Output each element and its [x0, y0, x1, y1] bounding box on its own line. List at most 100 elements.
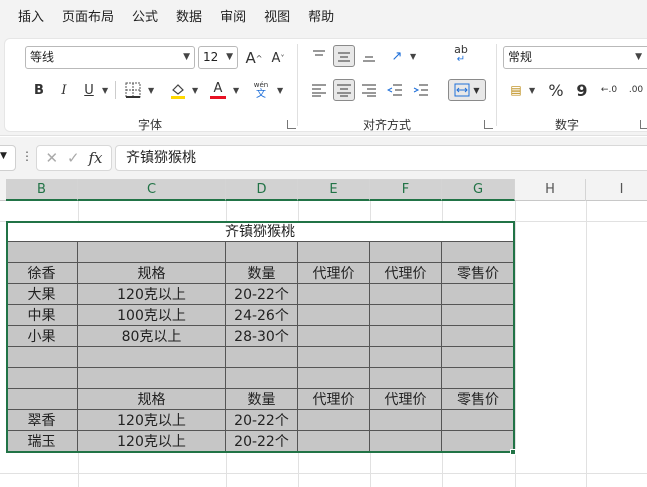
empty-row-cell[interactable] [298, 242, 370, 263]
table-row-cell[interactable]: 20-22个 [226, 284, 298, 305]
font-dialog-launcher-icon[interactable] [287, 120, 296, 129]
accounting-format-button[interactable]: ▤ [505, 79, 527, 101]
align-middle-button[interactable] [333, 45, 355, 67]
orientation-dropdown-icon[interactable]: ▼ [410, 52, 416, 61]
table-row-cell[interactable] [370, 326, 442, 347]
cancel-icon[interactable]: ✕ [45, 149, 58, 167]
insert-function-icon[interactable]: fx [89, 149, 103, 167]
empty-row-cell[interactable] [6, 368, 78, 389]
empty-row-cell[interactable] [442, 242, 515, 263]
header-row-cell[interactable]: 规格 [78, 389, 226, 410]
column-header-H[interactable]: H [515, 179, 586, 201]
column-header-F[interactable]: F [370, 179, 442, 201]
empty-row-cell[interactable] [78, 347, 226, 368]
phonetic-button[interactable]: wén 文 [250, 79, 272, 101]
table-row-cell[interactable]: 小果 [6, 326, 78, 347]
table-row-cell[interactable]: 大果 [6, 284, 78, 305]
empty-row-cell[interactable] [442, 368, 515, 389]
tab-page-layout[interactable]: 页面布局 [54, 0, 122, 36]
tab-insert[interactable]: 插入 [10, 0, 52, 36]
table-row-cell[interactable] [298, 284, 370, 305]
more-options-icon[interactable]: ⋮ [21, 149, 33, 163]
table-row-cell[interactable]: 24-26个 [226, 305, 298, 326]
table-row-cell[interactable]: 20-22个 [226, 431, 298, 452]
table-row-cell[interactable]: 翠香 [6, 410, 78, 431]
number-dialog-launcher-icon[interactable] [640, 120, 647, 129]
header-row-cell[interactable]: 代理价 [370, 263, 442, 284]
number-format-select[interactable]: 常规 ▼ [503, 46, 647, 69]
alignment-dialog-launcher-icon[interactable] [484, 120, 493, 129]
empty-row-cell[interactable] [226, 347, 298, 368]
wrap-text-button[interactable]: ab ↵ [450, 44, 472, 66]
header-row-cell[interactable]: 代理价 [298, 263, 370, 284]
italic-button[interactable]: I [53, 79, 75, 101]
table-row-cell[interactable]: 瑞玉 [6, 431, 78, 452]
empty-row-cell[interactable] [298, 347, 370, 368]
percent-button[interactable]: % [545, 79, 567, 101]
header-row-cell[interactable]: 数量 [226, 263, 298, 284]
tab-help[interactable]: 帮助 [300, 0, 342, 36]
comma-style-button[interactable]: 9 [571, 79, 593, 101]
table-title-cell[interactable]: 齐镇猕猴桃 [6, 221, 515, 242]
formula-input[interactable]: 齐镇猕猴桃 [115, 145, 647, 171]
table-row-cell[interactable] [298, 431, 370, 452]
underline-button[interactable]: U [78, 79, 100, 101]
cell-grid[interactable]: 齐镇猕猴桃 徐香 规格 数量 代理价 代理价 零售价 大果 120克以上 20-22个 中果 100… [0, 201, 647, 487]
table-row-cell[interactable] [370, 284, 442, 305]
column-header-C[interactable]: C [78, 179, 226, 201]
orientation-button[interactable]: ↗ [386, 45, 408, 67]
tab-view[interactable]: 视图 [256, 0, 298, 36]
empty-row-cell[interactable] [6, 347, 78, 368]
empty-row-cell[interactable] [370, 347, 442, 368]
column-header-B[interactable]: B [6, 179, 78, 201]
shrink-font-button[interactable]: A ˅ [267, 47, 289, 69]
empty-row-cell[interactable] [6, 242, 78, 263]
bold-button[interactable]: B [28, 79, 50, 101]
header-row-cell[interactable]: 数量 [226, 389, 298, 410]
column-header-G[interactable]: G [442, 179, 515, 201]
table-row-cell[interactable] [370, 410, 442, 431]
tab-review[interactable]: 审阅 [212, 0, 254, 36]
header-row-cell[interactable] [6, 389, 78, 410]
header-row-cell[interactable]: 零售价 [442, 263, 515, 284]
table-row-cell[interactable] [442, 284, 515, 305]
empty-row-cell[interactable] [370, 242, 442, 263]
table-row-cell[interactable]: 20-22个 [226, 410, 298, 431]
font-size-select[interactable]: 12 ▼ [198, 46, 238, 69]
header-row-cell[interactable]: 徐香 [6, 263, 78, 284]
empty-row-cell[interactable] [298, 368, 370, 389]
tab-data[interactable]: 数据 [168, 0, 210, 36]
empty-row-cell[interactable] [442, 347, 515, 368]
table-row-cell[interactable]: 120克以上 [78, 410, 226, 431]
table-row-cell[interactable] [370, 431, 442, 452]
header-row-cell[interactable]: 规格 [78, 263, 226, 284]
fill-color-dropdown-icon[interactable]: ▼ [192, 86, 198, 95]
empty-row-cell[interactable] [78, 242, 226, 263]
table-row-cell[interactable]: 80克以上 [78, 326, 226, 347]
align-right-button[interactable] [358, 79, 380, 101]
header-row-cell[interactable]: 代理价 [370, 389, 442, 410]
align-center-button[interactable] [333, 79, 355, 101]
table-row-cell[interactable] [298, 410, 370, 431]
decrease-indent-button[interactable] [384, 79, 406, 101]
table-row-cell[interactable] [298, 326, 370, 347]
accounting-dropdown-icon[interactable]: ▼ [529, 86, 535, 95]
tab-formulas[interactable]: 公式 [124, 0, 166, 36]
borders-dropdown-icon[interactable]: ▼ [148, 86, 154, 95]
grow-font-button[interactable]: A ^ [243, 47, 265, 69]
table-row-cell[interactable]: 120克以上 [78, 284, 226, 305]
column-header-E[interactable]: E [298, 179, 370, 201]
empty-row-cell[interactable] [370, 368, 442, 389]
increase-decimal-button[interactable]: ←.0 [598, 79, 620, 101]
table-row-cell[interactable] [298, 305, 370, 326]
table-row-cell[interactable]: 28-30个 [226, 326, 298, 347]
confirm-icon[interactable]: ✓ [67, 149, 80, 167]
fill-color-button[interactable] [167, 79, 189, 101]
table-row-cell[interactable] [442, 305, 515, 326]
table-row-cell[interactable]: 100克以上 [78, 305, 226, 326]
align-bottom-button[interactable] [358, 45, 380, 67]
table-row-cell[interactable] [442, 410, 515, 431]
table-row-cell[interactable]: 120克以上 [78, 431, 226, 452]
header-row-cell[interactable]: 零售价 [442, 389, 515, 410]
font-color-button[interactable]: A [207, 79, 229, 101]
